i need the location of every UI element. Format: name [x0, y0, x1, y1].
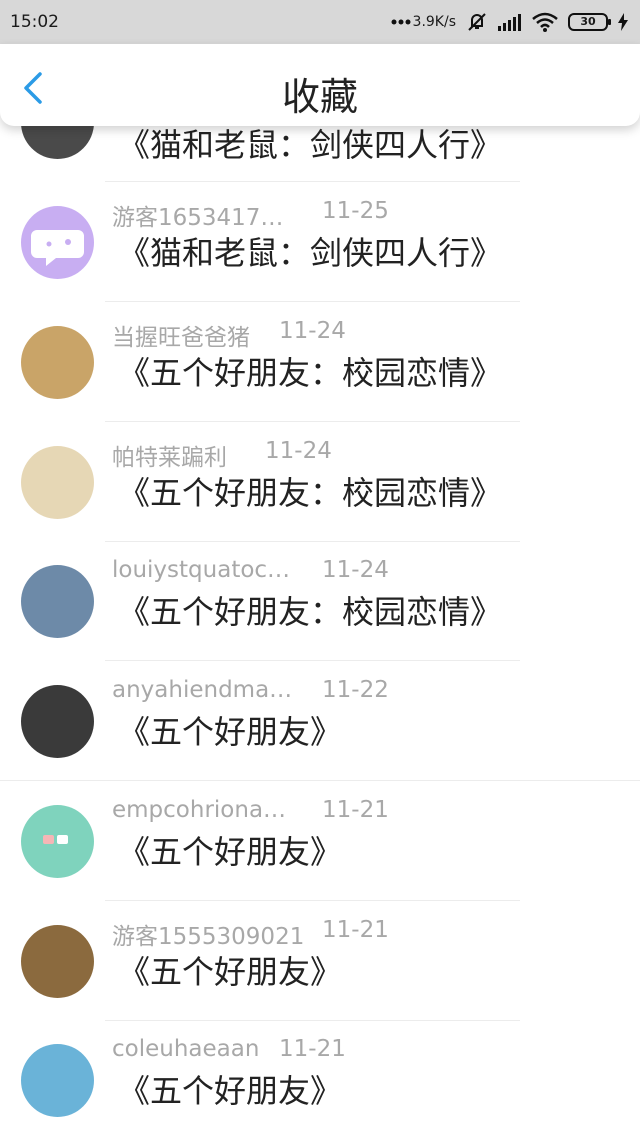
- avatar[interactable]: [21, 925, 94, 998]
- divider: [105, 181, 520, 182]
- item-meta: 游客1555309021 11-21: [112, 917, 389, 951]
- list-item[interactable]: 游客1555309021 11-21 《五个好朋友》: [0, 903, 640, 1022]
- divider: [0, 780, 640, 781]
- divider: [105, 1020, 520, 1021]
- list-item[interactable]: 游客1653417… 11-25 《猫和老鼠：剑侠四人行》: [0, 184, 640, 303]
- item-date: 11-21: [279, 1036, 346, 1062]
- divider: [105, 421, 520, 422]
- divider: [105, 660, 520, 661]
- item-title[interactable]: 《五个好朋友：校园恋情》: [118, 468, 502, 514]
- avatar[interactable]: [21, 685, 94, 758]
- chat-bubble-icon: [31, 230, 84, 266]
- divider: [105, 301, 520, 302]
- list-item[interactable]: louiystquatoc… 11-24 《五个好朋友：校园恋情》: [0, 543, 640, 662]
- list-item[interactable]: coleuhaeaan 11-21 《五个好朋友》: [0, 1022, 640, 1138]
- item-meta: 帕特莱蹁利 11-24: [112, 438, 332, 472]
- item-meta: coleuhaeaan 11-21: [112, 1036, 346, 1062]
- item-title[interactable]: 《五个好朋友》: [118, 827, 342, 873]
- item-title[interactable]: 《猫和老鼠：剑侠四人行》: [118, 120, 502, 166]
- avatar[interactable]: [21, 326, 94, 399]
- item-meta: 游客1653417… 11-25: [112, 198, 389, 232]
- item-date: 11-22: [322, 677, 389, 703]
- item-title[interactable]: 《五个好朋友》: [118, 707, 342, 753]
- avatar[interactable]: [21, 446, 94, 519]
- item-date: 11-24: [279, 318, 346, 344]
- list-item[interactable]: anyahiendma… 11-22 《五个好朋友》: [0, 663, 640, 782]
- nav-bar: 收藏: [0, 44, 640, 126]
- avatar[interactable]: [21, 805, 94, 878]
- item-title[interactable]: 《猫和老鼠：剑侠四人行》: [118, 228, 502, 274]
- list-item[interactable]: 帕特莱蹁利 11-24 《五个好朋友：校园恋情》: [0, 424, 640, 543]
- item-date: 11-24: [322, 557, 389, 583]
- item-meta: 当握旺爸爸猪 11-24: [112, 318, 346, 352]
- item-date: 11-24: [265, 438, 332, 464]
- list-item[interactable]: 当握旺爸爸猪 11-24 《五个好朋友：校园恋情》: [0, 304, 640, 423]
- divider: [105, 900, 520, 901]
- avatar[interactable]: [21, 1044, 94, 1117]
- divider: [105, 541, 520, 542]
- item-title[interactable]: 《五个好朋友》: [118, 1066, 342, 1112]
- username: coleuhaeaan: [112, 1036, 260, 1062]
- item-date: 11-21: [322, 917, 389, 943]
- avatar[interactable]: [21, 565, 94, 638]
- item-meta: louiystquatoc… 11-24: [112, 557, 389, 583]
- avatar[interactable]: [21, 206, 94, 279]
- username: anyahiendma…: [112, 677, 293, 703]
- item-title[interactable]: 《五个好朋友》: [118, 947, 342, 993]
- item-meta: empcohriona… 11-21: [112, 797, 389, 823]
- list-item[interactable]: empcohriona… 11-21 《五个好朋友》: [0, 783, 640, 902]
- username: louiystquatoc…: [112, 557, 291, 583]
- username: empcohriona…: [112, 797, 287, 823]
- favorites-list: 《猫和老鼠：剑侠四人行》 游客1653417… 11-25 《猫和老鼠：剑侠四人行》当…: [0, 0, 640, 1138]
- item-date: 11-25: [322, 198, 389, 224]
- item-title[interactable]: 《五个好朋友：校园恋情》: [118, 587, 502, 633]
- page-title: 收藏: [281, 75, 358, 119]
- item-date: 11-21: [322, 797, 389, 823]
- avatar-image: [43, 835, 68, 844]
- item-title[interactable]: 《五个好朋友：校园恋情》: [118, 348, 502, 394]
- item-meta: anyahiendma… 11-22: [112, 677, 389, 703]
